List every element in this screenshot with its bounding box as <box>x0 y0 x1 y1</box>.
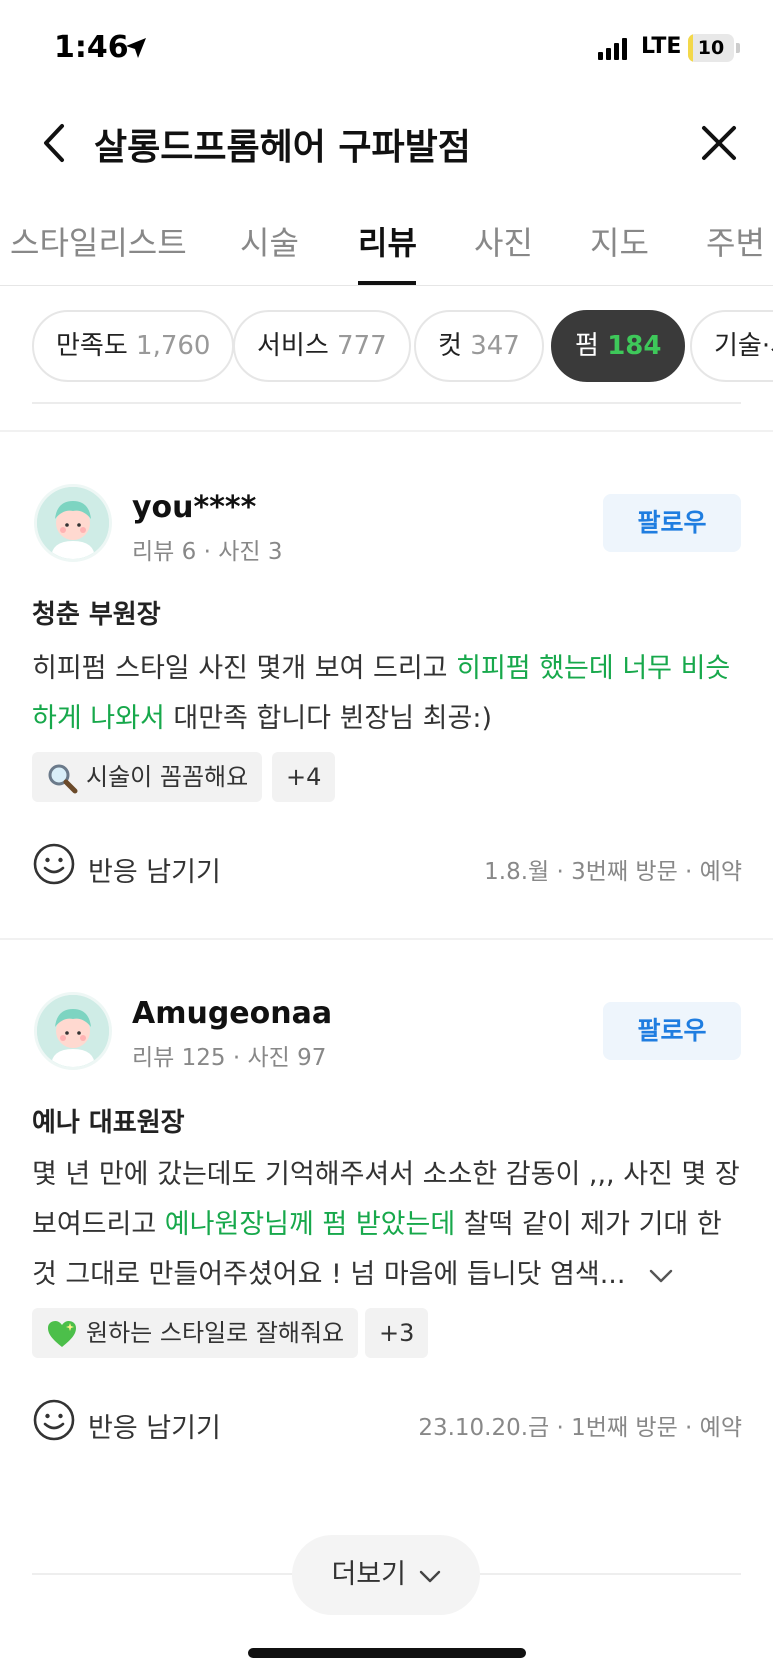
battery-tip <box>736 43 740 53</box>
review-meta: 1.8.월 · 3번째 방문 · 예약 <box>484 859 742 885</box>
follow-button[interactable]: 팔로우 <box>603 494 741 552</box>
review-tag[interactable]: 시술이 꼼꼼해요 <box>32 752 263 802</box>
review-text-part: 대만족 합니다 뷘장님 최공:) <box>164 703 492 734</box>
battery-icon: 10 <box>688 34 734 62</box>
tab-bar: 스타일리스트 시술 리뷰 사진 지도 주변 <box>0 200 773 286</box>
more-label: 더보기 <box>331 1559 406 1590</box>
review-tag-label: 시술이 꼼꼼해요 <box>86 763 249 791</box>
chip-label: 서비스 <box>257 331 329 361</box>
signal-icon <box>598 38 627 60</box>
review-tag-label: 원하는 스타일로 잘해줘요 <box>86 1319 345 1347</box>
tab-procedure[interactable]: 시술 <box>240 218 299 264</box>
tab-stylist[interactable]: 스타일리스트 <box>10 218 187 264</box>
chip-technique[interactable]: 기술·시 <box>690 310 773 382</box>
review-tag-more[interactable]: +4 <box>272 752 336 802</box>
green-heart-icon <box>48 1321 76 1347</box>
status-bar: 1:46 LTE 10 <box>0 0 773 100</box>
react-button[interactable]: 반응 남기기 <box>88 850 221 889</box>
chip-service[interactable]: 서비스 777 <box>233 310 411 382</box>
divider <box>32 402 741 404</box>
chip-perm[interactable]: 펌 184 <box>551 310 686 382</box>
smile-icon[interactable] <box>32 842 76 886</box>
review-user-stats: 리뷰 125 · 사진 97 <box>132 1045 327 1071</box>
chevron-down-icon[interactable] <box>648 1267 674 1285</box>
home-indicator[interactable] <box>248 1648 526 1658</box>
chip-satisfaction[interactable]: 만족도 1,760 <box>32 310 235 382</box>
active-tab-indicator <box>358 281 416 285</box>
review-stylist[interactable]: 청춘 부원장 <box>32 594 161 631</box>
tab-photo[interactable]: 사진 <box>474 218 533 264</box>
chip-label: 컷 <box>438 331 462 361</box>
magnifier-icon <box>48 764 78 794</box>
divider <box>0 430 773 432</box>
review-user-stats: 리뷰 6 · 사진 3 <box>132 539 283 565</box>
default-avatar-icon <box>37 995 109 1067</box>
back-arrow-icon[interactable] <box>34 118 78 168</box>
review-tag-more[interactable]: +3 <box>365 1308 429 1358</box>
review-username[interactable]: Amugeonaa <box>132 996 332 1031</box>
avatar[interactable] <box>34 484 112 562</box>
battery-level: 10 <box>697 37 725 59</box>
tab-map[interactable]: 지도 <box>590 218 649 264</box>
default-avatar-icon <box>37 487 109 559</box>
react-button[interactable]: 반응 남기기 <box>88 1406 221 1445</box>
tab-nearby[interactable]: 주변 <box>706 218 765 264</box>
chip-count: 347 <box>470 331 520 361</box>
chip-cut[interactable]: 컷 347 <box>414 310 544 382</box>
review-footer: 반응 남기기 23.10.20.금 · 1번째 방문 · 예약 <box>32 1398 742 1448</box>
review-text[interactable]: 히피펌 스타일 사진 몇개 보여 드리고 히피펌 했는데 너무 비슷하게 나와서… <box>32 644 742 744</box>
chip-count: 184 <box>607 331 662 361</box>
location-arrow-icon <box>126 38 146 58</box>
network-type: LTE <box>641 34 682 59</box>
review-text-part: 히피펌 스타일 사진 몇개 보여 드리고 <box>32 653 457 684</box>
header: 살롱드프롬헤어 구파발점 <box>0 100 773 190</box>
chip-label: 기술·시 <box>714 331 773 361</box>
chip-count: 1,760 <box>136 331 211 361</box>
smile-icon[interactable] <box>32 1398 76 1442</box>
review-text[interactable]: 몇 년 만에 갔는데도 기억해주셔서 소소한 감동이 ,,, 사진 몇 장 보여… <box>32 1150 742 1300</box>
page-title: 살롱드프롬헤어 구파발점 <box>94 127 471 168</box>
divider <box>0 938 773 940</box>
chip-label: 펌 <box>575 331 599 361</box>
review-footer: 반응 남기기 1.8.월 · 3번째 방문 · 예약 <box>32 842 742 892</box>
review-tag[interactable]: 원하는 스타일로 잘해줘요 <box>32 1308 359 1358</box>
avatar[interactable] <box>34 992 112 1070</box>
review-text-highlight: 예나원장님께 펌 받았는데 <box>164 1209 456 1240</box>
status-time: 1:46 <box>54 30 129 65</box>
tab-review[interactable]: 리뷰 <box>358 218 417 264</box>
filter-chips: 만족도 1,760 서비스 777 컷 347 펌 184 기술·시 <box>0 308 773 384</box>
more-button[interactable]: 더보기 <box>292 1535 480 1615</box>
more-section: 더보기 <box>0 1535 773 1615</box>
follow-button[interactable]: 팔로우 <box>603 1002 741 1060</box>
review-username[interactable]: you**** <box>132 490 256 525</box>
review-meta: 23.10.20.금 · 1번째 방문 · 예약 <box>418 1415 742 1441</box>
close-icon[interactable] <box>696 120 742 166</box>
chevron-down-icon <box>419 1570 440 1582</box>
chip-label: 만족도 <box>56 331 128 361</box>
chip-count: 777 <box>337 331 387 361</box>
review-stylist[interactable]: 예나 대표원장 <box>32 1102 185 1139</box>
